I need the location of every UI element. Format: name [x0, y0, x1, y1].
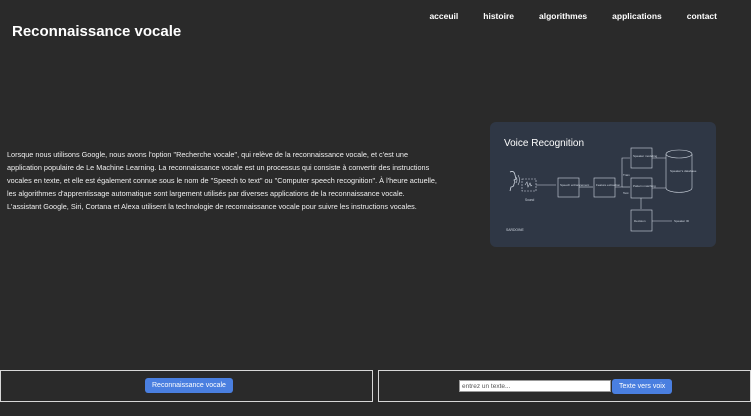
- speaker-modeling-label: Speaker modeling: [633, 154, 658, 158]
- speech-enhancement-box: [557, 177, 580, 198]
- nav-histoire[interactable]: histoire: [483, 11, 514, 21]
- head-icon: [509, 171, 517, 192]
- database-body: [665, 154, 693, 193]
- main-nav: acceuil histoire algorithmes application…: [404, 11, 717, 21]
- database-label: Speaker's database: [670, 169, 697, 173]
- voice-recognition-diagram: Voice Recognition Sound Speech enhanceme…: [490, 122, 716, 247]
- text-to-speech-button[interactable]: Texte vers voix: [612, 379, 673, 394]
- intro-paragraph: Lorsque nous utilisons Google, nous avon…: [7, 150, 437, 212]
- diagram-svg: Voice Recognition Sound Speech enhanceme…: [504, 138, 697, 232]
- nav-algorithmes[interactable]: algorithmes: [539, 11, 587, 21]
- voice-recognition-panel: Reconnaissance vocale: [0, 370, 373, 402]
- speaker-id-label: Speaker ID: [674, 219, 690, 223]
- feature-extraction-box: [593, 177, 616, 198]
- database-top: [665, 149, 693, 159]
- sound-wave-icon: [515, 174, 520, 186]
- nav-contact[interactable]: contact: [687, 11, 717, 21]
- brand-label: SARDOINE: [506, 228, 524, 232]
- nav-acceuil[interactable]: acceuil: [429, 11, 458, 21]
- train-label: Train: [623, 173, 630, 177]
- pattern-matching-label: Pattern matching: [633, 184, 656, 188]
- test-label: Test: [623, 191, 629, 195]
- feature-extraction-label: Feature extraction: [596, 183, 621, 187]
- site-title: Reconnaissance vocale: [12, 23, 182, 40]
- waveform-icon: [524, 181, 533, 188]
- speaker-modeling-box: [630, 147, 653, 169]
- voice-recognition-button[interactable]: Reconnaissance vocale: [145, 378, 233, 393]
- text-to-speech-panel: Texte vers voix: [378, 370, 751, 402]
- pattern-matching-box: [630, 177, 653, 199]
- diagram-title: Voice Recognition: [504, 138, 584, 149]
- nav-applications[interactable]: applications: [612, 11, 662, 21]
- speech-enhancement-label: Speech enhancement: [560, 183, 589, 187]
- sound-label: Sound: [525, 198, 534, 202]
- decision-label: Decision: [634, 219, 646, 223]
- text-input[interactable]: [459, 380, 611, 392]
